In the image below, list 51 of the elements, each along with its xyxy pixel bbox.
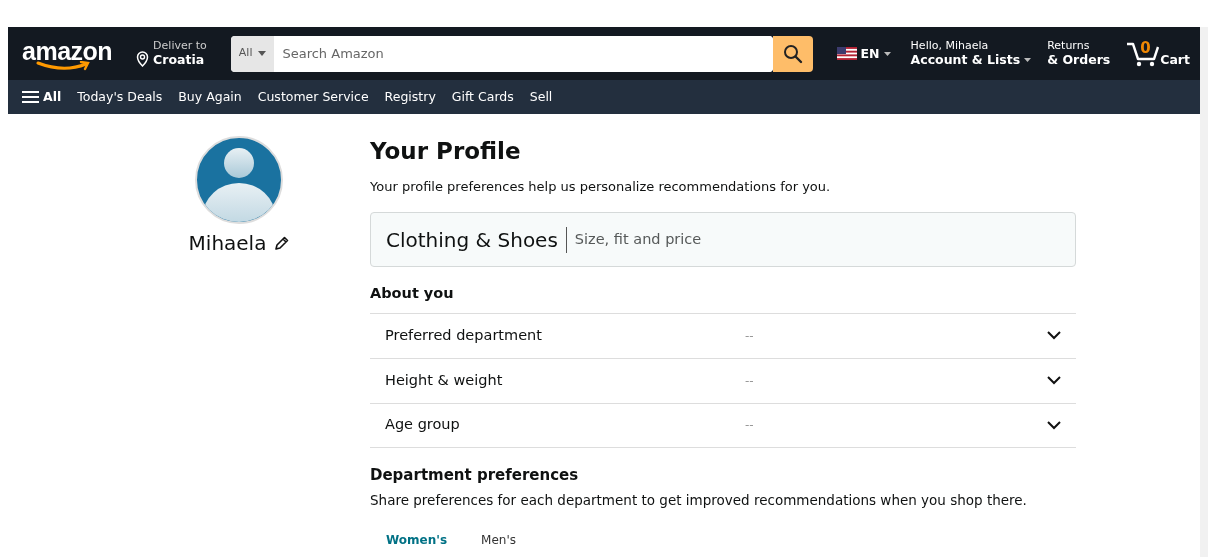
- intro-text: Your profile preferences help us personalize recommendations for you.: [370, 177, 832, 196]
- account-lists-link[interactable]: Account & Lists: [910, 52, 1032, 68]
- cart-link[interactable]: Cart: [1160, 51, 1190, 67]
- nav-link[interactable]: Buy Again: [178, 87, 242, 107]
- all-menu-button[interactable]: All: [22, 87, 62, 107]
- caret-icon: [1024, 57, 1032, 62]
- row-value: --: [745, 417, 754, 435]
- section-heading: Department preferences: [370, 464, 580, 486]
- deliver-label: Deliver to: [153, 39, 207, 53]
- row-label: Preferred department: [385, 325, 542, 345]
- cart-count: 0: [1140, 37, 1151, 59]
- search-field[interactable]: All Search Amazon: [230, 35, 773, 72]
- nav-link[interactable]: Registry: [384, 87, 436, 107]
- profile-name: Mihaela: [188, 230, 267, 257]
- caret-icon: [883, 51, 891, 56]
- greeting-text: Hello, Mihaela: [910, 39, 990, 53]
- department-description: Share preferences for each department to get improved recommendations when you shop there.: [370, 491, 1028, 511]
- orders-link[interactable]: & Orders: [1047, 52, 1111, 68]
- cart-icon[interactable]: [1126, 40, 1161, 67]
- caret-icon: [258, 51, 267, 56]
- search-icon: [782, 43, 803, 64]
- chevron-icon[interactable]: [1047, 331, 1061, 341]
- row-value: --: [745, 327, 754, 345]
- row-label: Height & weight: [385, 370, 503, 390]
- department-tab[interactable]: Men's: [481, 530, 516, 549]
- returns-label: Returns: [1047, 39, 1091, 53]
- search-button[interactable]: [772, 35, 813, 72]
- nav-link[interactable]: Sell: [529, 87, 553, 107]
- row-label: Age group: [385, 415, 460, 435]
- nav-link[interactable]: Gift Cards: [451, 87, 514, 107]
- amazon-logo[interactable]: amazon: [22, 36, 113, 71]
- category-title: Clothing & Shoes: [386, 226, 558, 254]
- department-tab[interactable]: Women's: [386, 530, 448, 549]
- deliver-location[interactable]: Croatia: [153, 52, 207, 68]
- profile-row[interactable]: Preferred department --: [370, 312, 1076, 358]
- row-value: --: [745, 372, 754, 390]
- category-dropdown[interactable]: All: [230, 35, 275, 72]
- flag-icon: [836, 47, 857, 60]
- nav-link[interactable]: Today's Deals: [77, 87, 163, 107]
- section-heading: About you: [370, 284, 455, 303]
- profile-row[interactable]: Age group --: [370, 402, 1076, 448]
- menu-icon: [22, 90, 39, 104]
- chevron-icon[interactable]: [1047, 376, 1061, 386]
- language-selector[interactable]: EN: [836, 46, 891, 61]
- profile-row[interactable]: Height & weight --: [370, 357, 1076, 403]
- location-pin-icon: [136, 51, 150, 68]
- pencil-icon[interactable]: [274, 235, 290, 251]
- chevron-icon[interactable]: [1047, 420, 1061, 430]
- nav-link[interactable]: Customer Service: [257, 87, 369, 107]
- page-title: Your Profile: [370, 137, 522, 166]
- category-subtitle: Size, fit and price: [574, 229, 702, 249]
